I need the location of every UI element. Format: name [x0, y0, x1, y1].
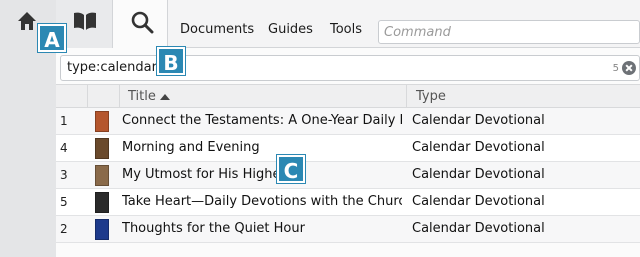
- row-number: 5: [60, 195, 68, 209]
- title-column-header[interactable]: Title: [128, 89, 156, 104]
- table-row[interactable]: 1 Connect the Testaments: A One-Year Dai…: [56, 108, 640, 135]
- row-number: 4: [60, 141, 68, 155]
- book-cover-thumbnail: [95, 192, 109, 213]
- book-icon[interactable]: [72, 10, 98, 32]
- row-number: 1: [60, 114, 68, 128]
- resource-type: Calendar Devotional: [412, 194, 545, 209]
- table-row[interactable]: 2 Thoughts for the Quiet Hour Calendar D…: [56, 216, 640, 243]
- result-count: 5: [612, 63, 619, 74]
- resource-type: Calendar Devotional: [412, 140, 545, 155]
- callout-b: B: [157, 47, 185, 75]
- search-query-input[interactable]: type:calendar: [67, 60, 157, 75]
- results-table: Title Type 1 Connect the Testaments: A O…: [56, 84, 640, 243]
- resource-type: Calendar Devotional: [412, 167, 545, 182]
- tab-tools[interactable]: Tools: [330, 22, 362, 37]
- row-number: 3: [60, 168, 68, 182]
- command-input[interactable]: [378, 20, 640, 44]
- callout-c: C: [277, 155, 305, 183]
- table-row[interactable]: 5 Take Heart—Daily Devotions with the Ch…: [56, 189, 640, 216]
- resource-title[interactable]: Connect the Testaments: A One-Year Daily…: [122, 113, 402, 128]
- search-query-bar[interactable]: type:calendar 5: [60, 55, 640, 81]
- type-column-header[interactable]: Type: [416, 89, 446, 104]
- tab-search[interactable]: [112, 0, 168, 48]
- resource-type: Calendar Devotional: [412, 221, 545, 236]
- table-header: Title Type: [56, 84, 640, 108]
- home-icon[interactable]: [16, 10, 38, 32]
- book-cover-thumbnail: [95, 111, 109, 132]
- clear-icon[interactable]: [622, 61, 636, 75]
- book-cover-thumbnail: [95, 219, 109, 240]
- table-row[interactable]: 4 Morning and Evening Calendar Devotiona…: [56, 135, 640, 162]
- resource-title[interactable]: My Utmost for His Highest: [122, 167, 402, 182]
- search-panel: type:calendar 5 Title Type 1 Connect the…: [56, 48, 640, 257]
- header-cover-column[interactable]: [88, 85, 120, 107]
- tab-documents[interactable]: Documents: [180, 22, 254, 37]
- header-number-column[interactable]: [56, 85, 88, 107]
- resource-title[interactable]: Take Heart—Daily Devotions with the Chur…: [122, 194, 402, 209]
- resource-title[interactable]: Thoughts for the Quiet Hour: [122, 221, 402, 236]
- search-icon: [131, 11, 154, 34]
- resource-title[interactable]: Morning and Evening: [122, 140, 402, 155]
- row-number: 2: [60, 222, 68, 236]
- callout-a: A: [38, 24, 66, 52]
- table-row[interactable]: 3 My Utmost for His Highest Calendar Dev…: [56, 162, 640, 189]
- sort-ascending-icon: [160, 94, 170, 100]
- toolbar: Documents Guides Tools: [168, 0, 640, 48]
- resource-type: Calendar Devotional: [412, 113, 545, 128]
- book-cover-thumbnail: [95, 165, 109, 186]
- tab-guides[interactable]: Guides: [268, 22, 313, 37]
- book-cover-thumbnail: [95, 138, 109, 159]
